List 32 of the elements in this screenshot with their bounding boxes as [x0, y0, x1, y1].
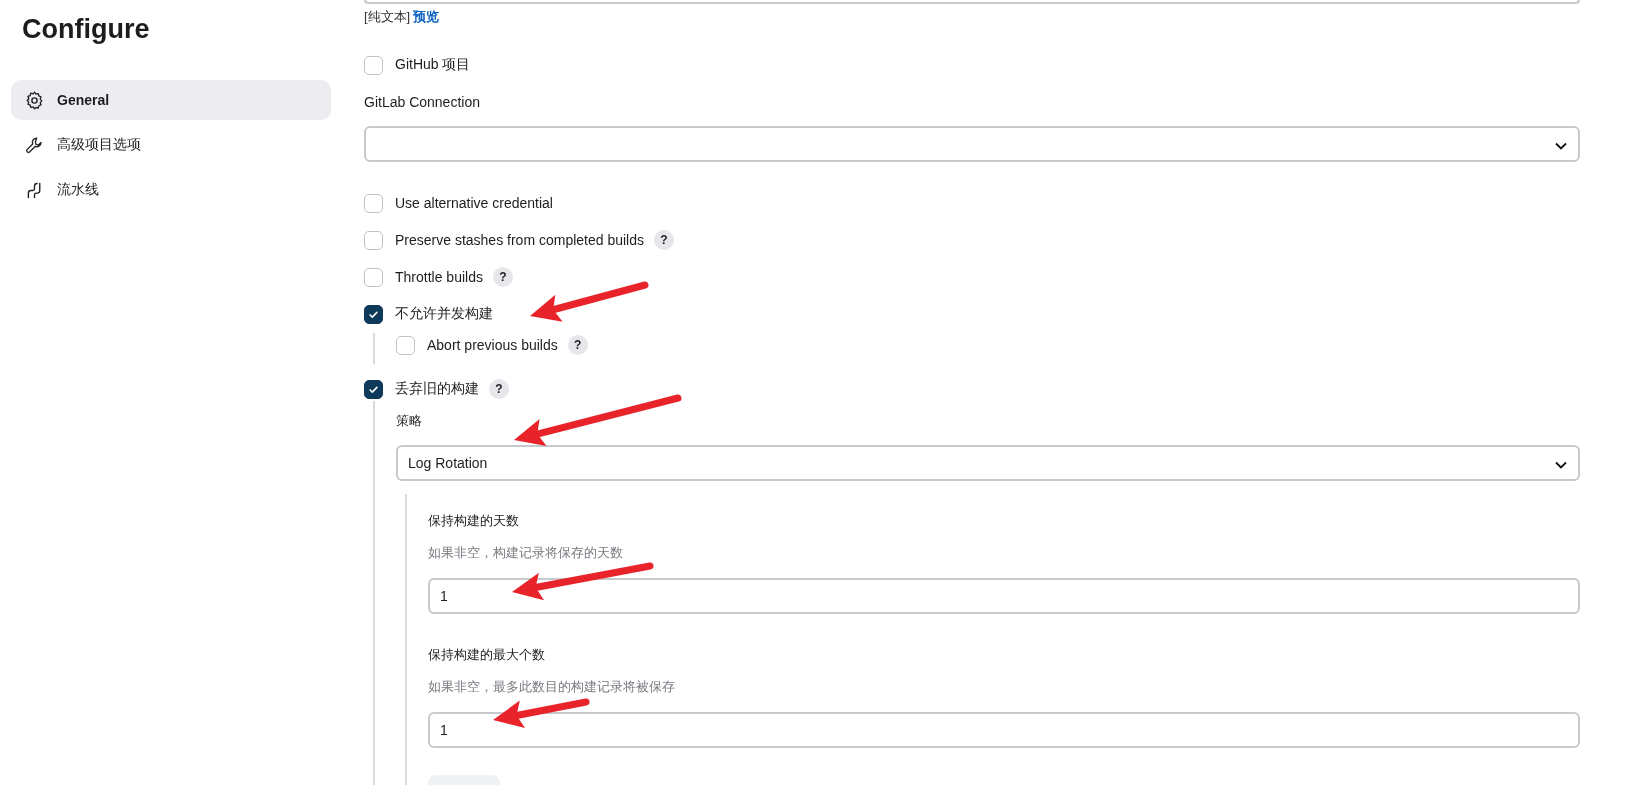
sidebar-item[interactable]: 流水线: [11, 170, 331, 210]
help-icon[interactable]: ?: [489, 379, 509, 399]
checkbox-label: Abort previous builds: [427, 337, 558, 353]
checkbox-label: 丢弃旧的构建: [395, 380, 479, 398]
field-hint: 如果非空，最多此数目的构建记录将被保存: [428, 678, 676, 696]
checkbox-label: 不允许并发构建: [395, 305, 493, 323]
field-hint: 如果非空，构建记录将保存的天数: [428, 544, 624, 562]
help-icon[interactable]: ?: [654, 230, 674, 250]
number-field[interactable]: 1: [428, 578, 1580, 614]
format-label: [纯文本]: [364, 8, 411, 26]
checkbox[interactable]: [364, 379, 383, 399]
checkbox[interactable]: [364, 304, 383, 324]
sidebar-item[interactable]: General: [11, 80, 331, 120]
field-label: GitLab Connection: [364, 93, 481, 112]
checkbox-label: Use alternative credential: [395, 195, 553, 211]
field-label: 策略: [396, 412, 423, 430]
checkbox-label: Preserve stashes from completed builds: [395, 232, 644, 248]
page-title: Configure: [22, 13, 151, 46]
description-field[interactable]: [364, 0, 1580, 4]
sidebar-item[interactable]: 高级项目选项: [11, 125, 331, 165]
field-label: 保持构建的最大个数: [428, 646, 546, 664]
checkbox-label: GitHub 项目: [395, 56, 471, 74]
select-field[interactable]: Log Rotation: [396, 445, 1580, 481]
wrench-icon: [24, 134, 45, 156]
settings-icon: [24, 89, 45, 111]
help-icon[interactable]: ?: [567, 335, 588, 355]
checkbox-label: Throttle builds: [395, 269, 483, 285]
preview-link[interactable]: 预览: [413, 8, 440, 26]
help-icon[interactable]: ?: [492, 267, 513, 287]
select-field[interactable]: [364, 126, 1580, 162]
field-label: 保持构建的天数: [428, 512, 520, 530]
number-field[interactable]: 1: [428, 712, 1580, 748]
